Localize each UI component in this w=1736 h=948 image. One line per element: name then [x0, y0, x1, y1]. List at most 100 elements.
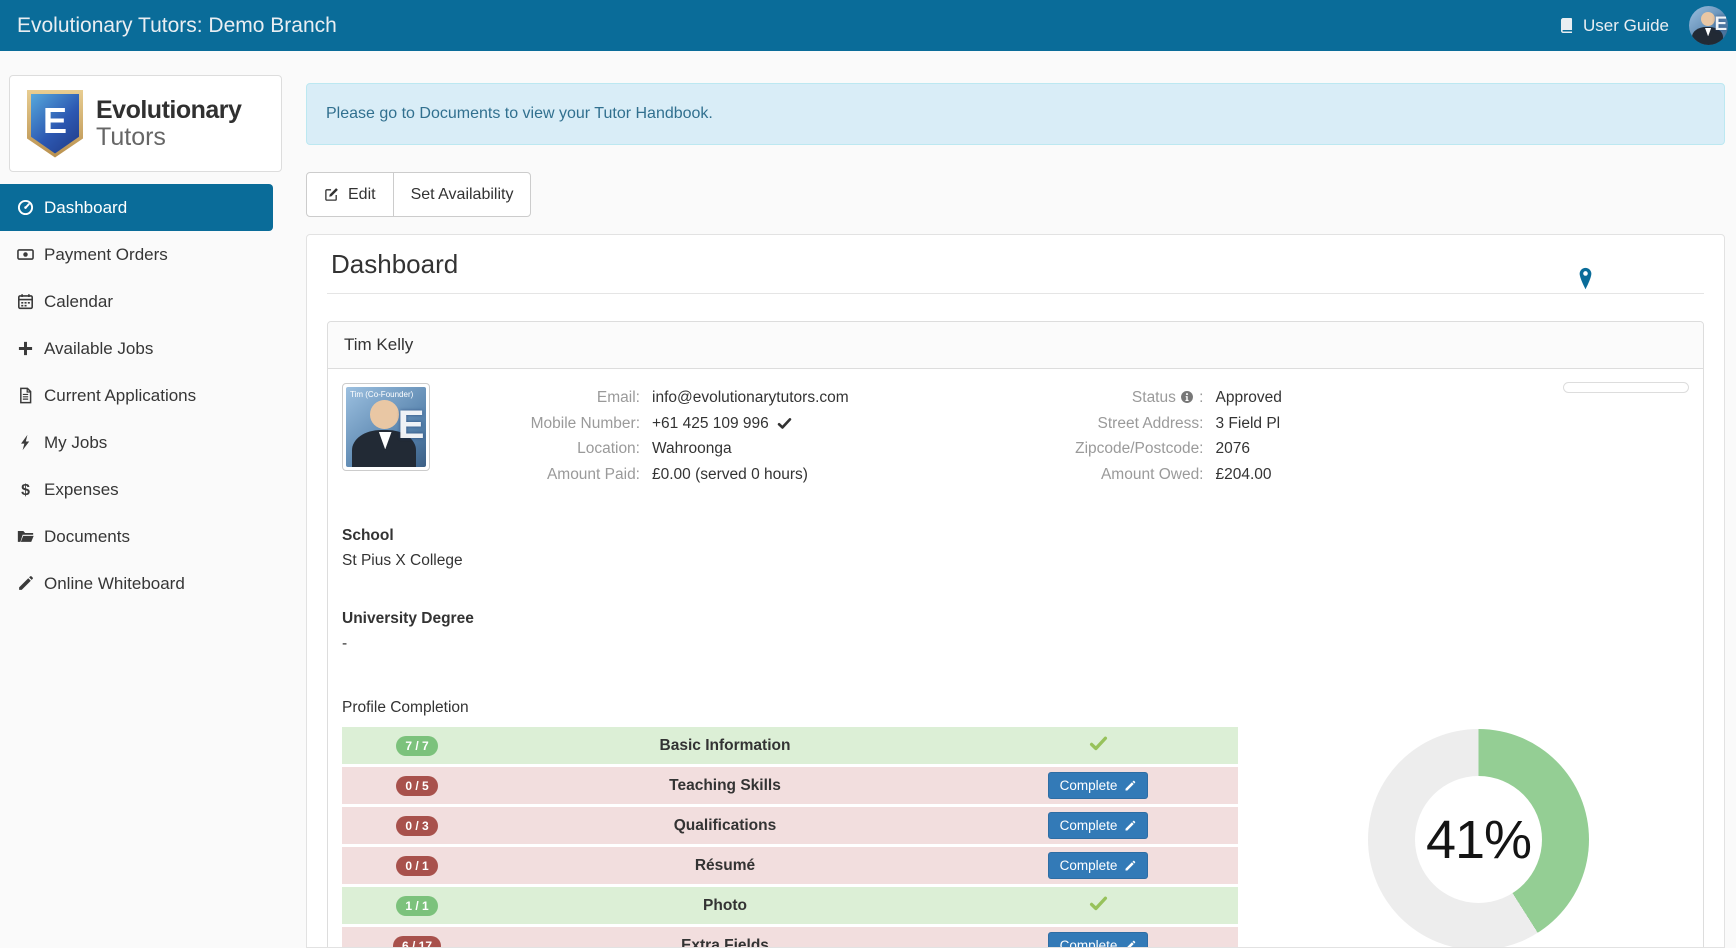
sidebar-item-label: Expenses: [44, 479, 119, 499]
field-row: Zipcode/Postcode: 2076: [1066, 436, 1690, 462]
completion-row-teaching-skills: 0 / 5 Teaching Skills Complete: [342, 767, 1238, 804]
sidebar-item-online-whiteboard[interactable]: Online Whiteboard: [0, 560, 273, 607]
completion-table: 7 / 7 Basic Information 0 / 5 Teaching Skil…: [342, 724, 1238, 947]
field-label: Street Address:: [1097, 414, 1204, 432]
app-header: Evolutionary Tutors: Demo Branch User Gu…: [0, 0, 1736, 51]
sidebar: E Evolutionary Tutors Dashboard Payment O…: [0, 51, 291, 948]
completion-row-label: Qualifications: [492, 807, 958, 844]
field-value: £0.00 (served 0 hours): [652, 465, 808, 483]
completion-table-body: 7 / 7 Basic Information 0 / 5 Teaching Skil…: [342, 727, 1238, 947]
count-badge: 1 / 1: [396, 895, 438, 916]
alert-message: Please go to Documents to view your Tuto…: [326, 105, 713, 122]
complete-button[interactable]: Complete: [1047, 772, 1149, 799]
tutor-name: Tim Kelly: [328, 322, 1703, 369]
calendar-icon: [17, 293, 34, 310]
completion-row-label: Photo: [492, 887, 958, 924]
complete-button[interactable]: Complete: [1047, 812, 1149, 839]
pencil-icon: [17, 575, 34, 592]
brand-logo[interactable]: E Evolutionary Tutors: [9, 75, 282, 172]
sidebar-item-label: Online Whiteboard: [44, 573, 185, 593]
profile-photo: Tim (Co-Founder) E: [342, 383, 430, 471]
field-label: Zipcode/Postcode:: [1075, 440, 1204, 457]
sidebar-item-available-jobs[interactable]: Available Jobs: [0, 325, 273, 372]
field-value: Wahroonga: [652, 440, 732, 457]
sidebar-item-calendar[interactable]: Calendar: [0, 278, 273, 325]
bolt-icon: [17, 434, 34, 451]
sidebar-item-label: Dashboard: [44, 197, 128, 217]
edit-icon: [324, 187, 339, 202]
field-row: Street Address: 3 Field Pl: [1066, 411, 1690, 437]
completion-row-qualifications: 0 / 3 Qualifications Complete: [342, 807, 1238, 844]
field-value: £204.00: [1215, 465, 1272, 483]
verified-check-icon: [777, 416, 792, 431]
field-label: Location:: [577, 440, 640, 457]
info-alert: Please go to Documents to view your Tuto…: [306, 83, 1725, 145]
field-label: Amount Paid:: [546, 465, 640, 483]
completion-row-label: Résumé: [492, 847, 958, 884]
edit-button[interactable]: Edit: [306, 172, 394, 217]
tutor-panel: Tim Kelly Tim (Co-Founder) E Email: info…: [327, 321, 1704, 947]
folder-icon: [17, 528, 34, 545]
user-guide-label: User Guide: [1583, 15, 1669, 35]
photo-caption: Tim (Co-Founder): [350, 390, 414, 399]
app-title: Evolutionary Tutors: Demo Branch: [17, 13, 337, 37]
sidebar-item-dashboard[interactable]: Dashboard: [0, 184, 273, 231]
done-check-icon: [1089, 894, 1108, 913]
completion-row-label: Basic Information: [492, 727, 958, 764]
sidebar-item-expenses[interactable]: Expenses: [0, 466, 273, 513]
money-icon: [17, 246, 34, 263]
toolbar: Edit Set Availability: [306, 172, 532, 217]
sidebar-nav: Dashboard Payment Orders Calendar Available…: [0, 184, 291, 607]
shield-logo-icon: E: [27, 89, 83, 158]
completion-row-label: Extra Fields: [492, 927, 958, 947]
completion-row-extra-fields: 6 / 17 Extra Fields Complete: [342, 927, 1238, 947]
field-row: Email: info@evolutionarytutors.com: [442, 385, 1066, 411]
info-icon: [1180, 387, 1194, 401]
sidebar-item-payment-orders[interactable]: Payment Orders: [0, 231, 273, 278]
field-row: Amount Owed: £204.00: [1066, 462, 1690, 488]
avatar-figure: [1700, 12, 1715, 27]
count-badge: 0 / 5: [396, 775, 438, 796]
field-label: Status :: [1131, 387, 1204, 406]
sidebar-item-label: Payment Orders: [44, 244, 168, 264]
field-row: Amount Paid: £0.00 (served 0 hours): [442, 462, 1066, 488]
pencil-icon: [1124, 780, 1136, 792]
degree-label: University Degree: [342, 610, 474, 627]
sidebar-item-documents[interactable]: Documents: [0, 513, 273, 560]
count-badge: 0 / 3: [396, 815, 438, 836]
contact-fields-left: Email: info@evolutionarytutors.com Mobile …: [442, 383, 1066, 487]
complete-button[interactable]: Complete: [1047, 852, 1149, 879]
sidebar-item-label: Documents: [44, 526, 130, 546]
completion-row-photo: 1 / 1 Photo: [342, 887, 1238, 924]
field-row: Mobile Number: +61 425 109 996: [442, 411, 1066, 437]
progress-bar: [1563, 382, 1689, 393]
field-value: Approved: [1215, 389, 1282, 406]
field-value: 3 Field Pl: [1215, 414, 1281, 432]
completion-label: Profile Completion: [342, 699, 469, 716]
file-icon: [17, 387, 34, 404]
school-label: School: [342, 527, 394, 544]
field-label: Mobile Number:: [530, 414, 640, 432]
sidebar-item-current-applications[interactable]: Current Applications: [0, 372, 273, 419]
completion-row-label: Teaching Skills: [492, 767, 958, 804]
completion-row-basic-information: 7 / 7 Basic Information: [342, 727, 1238, 764]
user-guide-button[interactable]: User Guide: [1558, 16, 1669, 36]
complete-button[interactable]: Complete: [1047, 932, 1149, 947]
contact-fields-right: Status : Approved Street Address: 3 Field P…: [1066, 383, 1690, 487]
user-avatar[interactable]: E: [1689, 6, 1728, 45]
field-label: Email:: [596, 389, 640, 406]
count-badge: 0 / 1: [396, 855, 438, 876]
sidebar-item-my-jobs[interactable]: My Jobs: [0, 419, 273, 466]
field-label: Amount Owed:: [1100, 465, 1204, 483]
pencil-icon: [1124, 860, 1136, 872]
tutor-panel-body: Tim (Co-Founder) E Email: info@evolutiona…: [328, 369, 1703, 947]
donut-percent-label: 41%: [1425, 809, 1532, 870]
count-badge: 6 / 17: [392, 935, 442, 947]
field-value: info@evolutionarytutors.com: [652, 389, 849, 406]
completion-row-r-sum-: 0 / 1 Résumé Complete: [342, 847, 1238, 884]
set-availability-button[interactable]: Set Availability: [392, 172, 532, 217]
map-pin-icon[interactable]: [1577, 267, 1594, 290]
field-value: 2076: [1215, 440, 1250, 457]
sidebar-item-label: Available Jobs: [44, 338, 154, 358]
brand-line1: Evolutionary: [96, 96, 242, 125]
